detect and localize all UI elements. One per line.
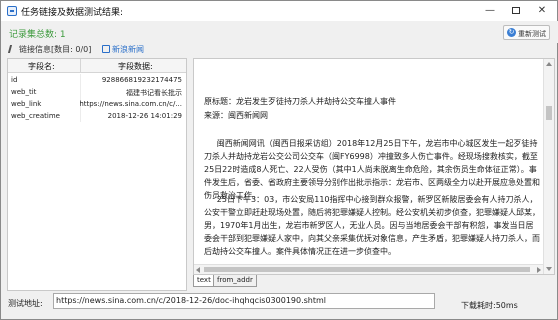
retest-button-label: 重新测试 — [518, 30, 546, 38]
tab-text[interactable]: text — [193, 275, 215, 287]
grid-header: 字段名: 字段数据: — [8, 59, 186, 73]
field-grid: 字段名: 字段数据: id 928866819232174475 web_tit… — [7, 58, 187, 291]
table-row[interactable]: web_link https://news.sina.com.cn/c/... — [8, 98, 186, 110]
field-name: id — [11, 76, 18, 84]
app-window: 任务链接及数据测试结果: — ✕ 记录集总数: 1 ↻ 重新测试 链接信息[数目… — [0, 0, 558, 320]
field-value: 2018-12-26 14:01:29 — [107, 112, 182, 120]
field-name: web_creatime — [11, 112, 60, 120]
article-title-line: 原标题：龙岩发生歹徒持刀杀人并劫持公交车撞人事件 — [204, 97, 396, 106]
table-row[interactable]: id 928866819232174475 — [8, 74, 186, 86]
column-header-field-data[interactable]: 字段数据: — [118, 61, 153, 72]
horizontal-scrollbar[interactable] — [194, 264, 543, 274]
field-value: 福建书记看长批示 — [126, 89, 182, 97]
cell-divider — [80, 86, 81, 98]
content-tabs: text from_addr — [193, 275, 443, 287]
field-name: web_tit — [11, 88, 37, 96]
scroll-thumb[interactable] — [204, 267, 530, 272]
copy-icon — [102, 45, 110, 53]
download-time-label: 下载耗时:50ms — [461, 301, 518, 310]
vertical-scrollbar[interactable] — [543, 59, 554, 274]
close-button[interactable]: ✕ — [531, 3, 553, 18]
link-icon — [7, 45, 19, 53]
article-paragraph: 25日下午3：03，市公安局110指挥中心接到群众报警，新罗区新陂居委会有人持刀… — [204, 195, 540, 256]
test-url-field[interactable]: https://news.sina.com.cn/c/2018-12-26/do… — [53, 293, 435, 309]
refresh-icon: ↻ — [507, 28, 516, 37]
article-source-line: 来源：闽西新闻网 — [204, 111, 268, 120]
test-url-label: 测试地址: — [8, 299, 43, 308]
field-value: https://news.sina.com.cn/c/... — [79, 100, 182, 108]
window-title: 任务链接及数据测试结果: — [21, 8, 124, 18]
tab-from-addr[interactable]: from_addr — [213, 275, 257, 287]
tab-news[interactable]: 新浪新闻 — [102, 44, 144, 57]
minimize-button[interactable]: — — [479, 3, 501, 18]
scroll-left-icon[interactable] — [196, 267, 200, 273]
scroll-up-icon[interactable] — [546, 62, 552, 66]
tab-link-info[interactable]: 链接信息[数目: 0/0] — [7, 44, 92, 57]
info-tabs: 链接信息[数目: 0/0] 新浪新闻 — [2, 43, 558, 57]
field-value: 928866819232174475 — [101, 76, 182, 84]
scroll-down-icon[interactable] — [546, 267, 552, 271]
table-row[interactable]: web_creatime 2018-12-26 14:01:29 — [8, 110, 186, 122]
cell-divider — [80, 110, 81, 122]
maximize-button[interactable] — [505, 3, 527, 18]
tab-news-label: 新浪新闻 — [112, 45, 144, 54]
summary-panel: 记录集总数: 1 ↻ 重新测试 — [2, 21, 558, 43]
scroll-thumb[interactable] — [546, 106, 552, 120]
record-count-label: 记录集总数: 1 — [9, 30, 66, 40]
table-row[interactable]: web_tit 福建书记看长批示 — [8, 86, 186, 98]
column-divider[interactable] — [80, 59, 81, 73]
app-icon — [7, 6, 17, 16]
scroll-right-icon[interactable] — [537, 267, 541, 273]
title-bar: 任务链接及数据测试结果: — ✕ — [1, 1, 557, 21]
content-textbox[interactable]: 原标题：龙岩发生歹徒持刀杀人并劫持公交车撞人事件 来源：闽西新闻网 闽西新闻网讯… — [193, 58, 555, 275]
field-name: web_link — [11, 100, 42, 108]
cell-divider — [80, 74, 81, 86]
tab-link-info-label: 链接信息[数目: 0/0] — [19, 45, 92, 54]
maximize-icon — [512, 7, 520, 14]
column-header-field-name[interactable]: 字段名: — [28, 61, 55, 72]
retest-button[interactable]: ↻ 重新测试 — [503, 25, 550, 40]
